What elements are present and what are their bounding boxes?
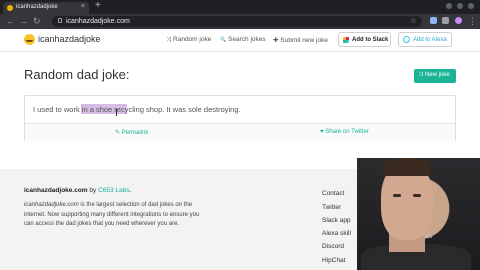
extension-icon[interactable] xyxy=(442,17,449,24)
new-tab-button[interactable]: + xyxy=(95,1,101,11)
site-brand[interactable]: icanhazdadjoke xyxy=(38,34,101,44)
footer-brand: icanhazdadjoke.com by C653 Labs. xyxy=(24,187,132,194)
site-favicon-icon xyxy=(7,5,13,11)
address-bar[interactable]: icanhazdadjoke.com ☆ xyxy=(52,16,422,27)
maximize-icon[interactable] xyxy=(457,3,463,9)
minimize-icon[interactable] xyxy=(446,3,452,9)
browser-menu-icon[interactable]: ⋮ xyxy=(468,16,477,26)
pencil-icon: ✎ xyxy=(115,130,121,136)
presenter-hair xyxy=(383,158,431,176)
bookmark-star-icon[interactable]: ☆ xyxy=(410,16,417,25)
twitter-icon: ♥ xyxy=(320,129,324,135)
browser-tab-strip: icanhazdadjoke × + xyxy=(0,0,480,14)
add-to-slack-button[interactable]: Add to Slack xyxy=(338,32,391,47)
footer-link-contact[interactable]: Contact xyxy=(322,190,344,197)
footer-link-slack[interactable]: Slack app xyxy=(322,217,351,224)
joke-text[interactable]: I used to work in a shoe recycling shop.… xyxy=(33,105,241,114)
forward-button[interactable]: → xyxy=(19,16,28,26)
browser-tab[interactable]: icanhazdadjoke × xyxy=(3,2,89,14)
alexa-icon xyxy=(403,36,410,43)
extension-icon[interactable] xyxy=(430,17,437,24)
webcam-overlay: oke oks xyxy=(357,158,480,270)
company-link[interactable]: C653 Labs xyxy=(98,187,129,194)
footer-link-alexa[interactable]: Alexa skill xyxy=(322,230,351,237)
footer-description: icanhazdadjoke.com is the largest select… xyxy=(24,202,200,227)
page-title: Random dad joke: xyxy=(24,67,130,82)
joke-card: I used to work in a shoe recycling shop.… xyxy=(24,95,456,141)
site-header: icanhazdadjoke ⤨ Random joke 🔍 Search jo… xyxy=(0,29,480,52)
lock-icon xyxy=(58,18,62,23)
eye xyxy=(393,194,401,197)
joke-card-footer: ✎ Permalink ♥ Share on Twitter xyxy=(25,123,455,141)
shuffle-icon: ⤨ xyxy=(166,36,172,43)
tab-close-icon[interactable]: × xyxy=(81,3,85,10)
close-window-icon[interactable] xyxy=(468,3,474,9)
nav-submit-joke[interactable]: ✚ Submit new joke xyxy=(273,36,328,44)
nav-search-jokes[interactable]: 🔍 Search jokes xyxy=(220,36,266,43)
nav-random-joke[interactable]: ⤨ Random joke xyxy=(166,36,211,44)
slack-icon xyxy=(343,37,349,43)
url-text: icanhazdadjoke.com xyxy=(66,17,130,25)
back-button[interactable]: ← xyxy=(6,16,15,26)
browser-toolbar: ← → ↻ icanhazdadjoke.com ☆ ⋮ xyxy=(0,14,480,29)
window-controls xyxy=(446,3,474,9)
tab-title: icanhazdadjoke xyxy=(16,4,58,10)
logo-icon[interactable] xyxy=(24,34,35,45)
plus-icon: ✚ xyxy=(273,37,279,44)
text-cursor xyxy=(116,109,117,116)
search-icon: 🔍 xyxy=(220,37,227,43)
share-on-twitter-link[interactable]: ♥ Share on Twitter xyxy=(320,129,369,135)
profile-avatar-icon[interactable] xyxy=(455,17,462,24)
add-to-alexa-button[interactable]: Add to Alexa xyxy=(398,32,452,47)
reload-button[interactable]: ↻ xyxy=(33,16,41,26)
footer-link-discord[interactable]: Discord xyxy=(322,243,344,250)
permalink-link[interactable]: ✎ Permalink xyxy=(115,129,148,136)
eye xyxy=(413,194,421,197)
new-joke-button[interactable]: ⤨ New joke xyxy=(414,69,456,83)
shuffle-icon: ⤨ xyxy=(418,72,423,78)
main-content: Random dad joke: ⤨ New joke I used to wo… xyxy=(0,52,480,169)
footer-link-hipchat[interactable]: HipChat xyxy=(322,257,345,264)
footer-link-twitter[interactable]: Twitter xyxy=(322,204,341,211)
